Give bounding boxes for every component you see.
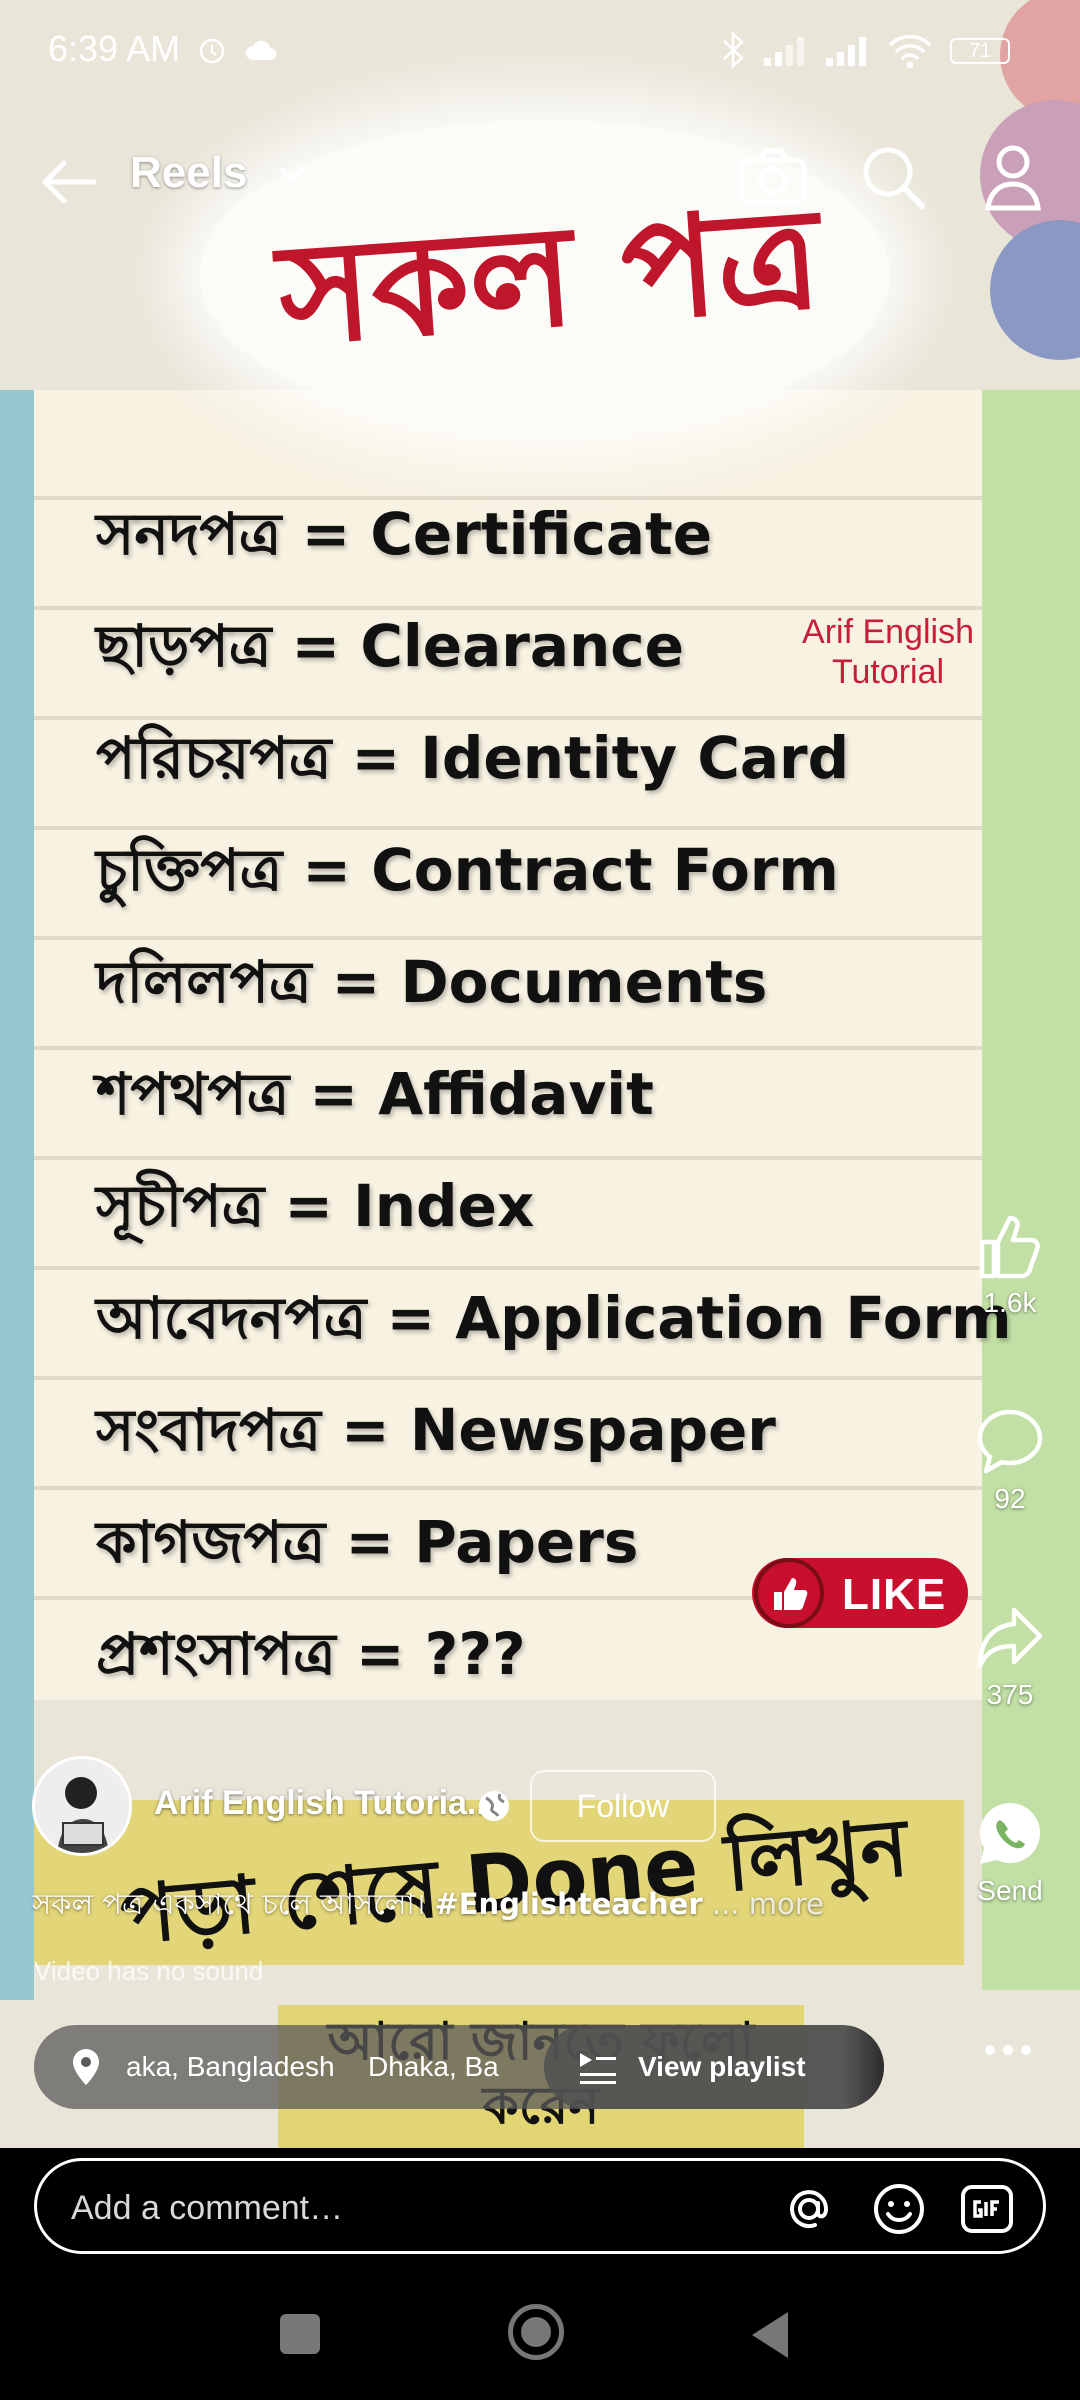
more-options-button[interactable] xyxy=(968,2030,1048,2070)
bluetooth-icon xyxy=(723,31,744,69)
wifi-icon xyxy=(888,34,932,69)
location-pin-icon xyxy=(73,2049,99,2085)
comment-placeholder: Add a comment… xyxy=(71,2189,344,2227)
view-playlist-label: View playlist xyxy=(638,2051,806,2082)
user-icon xyxy=(985,145,1041,211)
like-count: 1.6k xyxy=(983,1287,1037,1318)
like-badge-label: LIKE xyxy=(842,1570,947,1619)
gif-button[interactable] xyxy=(957,2179,1017,2239)
like-badge: LIKE xyxy=(752,1558,968,1628)
info-chip-bar[interactable]: aka, Bangladesh Dhaka, Ba View playlist xyxy=(34,2025,884,2109)
recents-button[interactable] xyxy=(280,2314,320,2354)
top-bar: Reels xyxy=(0,120,1080,240)
vocab-item: সনদপত্র = Certificate xyxy=(96,500,713,568)
vocab-item: শপথপত্র = Affidavit xyxy=(96,1060,654,1128)
status-bar: 6:39 AM 71 xyxy=(0,0,1080,90)
search-button[interactable] xyxy=(848,132,938,222)
thumbs-up-icon xyxy=(754,1558,824,1628)
signal-icon xyxy=(764,37,804,66)
reels-title: Reels xyxy=(130,148,248,197)
vocab-item: সংবাদপত্র = Newspaper xyxy=(96,1396,776,1464)
location-chip[interactable]: Dhaka, Ba xyxy=(368,2051,499,2083)
watermark-line: Arif English xyxy=(802,613,974,651)
channel-watermark: Arif English Tutorial xyxy=(770,612,1006,692)
watermark-line: Tutorial xyxy=(831,653,945,691)
battery-icon: 71 xyxy=(950,38,1010,64)
author-name[interactable]: Arif English Tutoria... xyxy=(154,1784,495,1823)
vocab-item: আবেদনপত্র = Application Form xyxy=(96,1284,1012,1352)
action-rail: 1.6k 92 375 Send xyxy=(960,1210,1060,1994)
caption[interactable]: সকল পত্র একসাথে চলে আসলো। #Englishteache… xyxy=(32,1882,824,1931)
camera-button[interactable] xyxy=(728,132,818,222)
emoji-button[interactable] xyxy=(869,2179,929,2239)
vocab-item: সূচীপত্র = Index xyxy=(96,1172,535,1240)
caption-text: সকল পত্র একসাথে চলে আসলো। xyxy=(32,1887,435,1921)
status-time: 6:39 AM xyxy=(48,28,181,69)
reels-dropdown[interactable]: Reels xyxy=(130,148,310,198)
back-button[interactable] xyxy=(30,144,106,220)
comment-button[interactable]: 92 xyxy=(960,1406,1060,1602)
signal-icon xyxy=(826,37,866,66)
mention-button[interactable] xyxy=(779,2179,839,2239)
share-arrow-icon xyxy=(977,1607,1043,1669)
dot xyxy=(1021,2045,1031,2055)
vocab-item: দলিলপত্র = Documents xyxy=(96,948,768,1016)
follow-button[interactable]: Follow xyxy=(530,1770,716,1842)
cloud-icon xyxy=(246,40,277,60)
at-sign-icon xyxy=(790,2190,829,2229)
share-button[interactable]: 375 xyxy=(960,1602,1060,1798)
alarm-icon xyxy=(199,38,225,64)
dot xyxy=(1003,2045,1013,2055)
system-nav-bar xyxy=(0,2268,1080,2400)
comment-input[interactable]: Add a comment… xyxy=(34,2158,1046,2254)
share-count: 375 xyxy=(986,1679,1034,1710)
no-sound-notice: Video has no sound xyxy=(34,1956,264,1986)
send-label: Send xyxy=(977,1875,1043,1906)
thumbs-up-icon xyxy=(979,1215,1040,1279)
comment-bubble-icon xyxy=(977,1409,1043,1474)
playlist-icon xyxy=(580,2053,616,2084)
avatar-illustration-icon xyxy=(35,1759,129,1853)
globe-icon xyxy=(479,1791,509,1821)
battery-level: 71 xyxy=(968,39,992,62)
back-triangle-icon[interactable] xyxy=(748,2310,790,2360)
comment-count: 92 xyxy=(994,1483,1026,1514)
gif-icon xyxy=(961,2185,1013,2233)
arrow-left-icon xyxy=(42,160,97,204)
send-button[interactable]: Send xyxy=(960,1798,1060,1994)
location-chip[interactable]: aka, Bangladesh xyxy=(126,2051,335,2083)
caption-hashtag[interactable]: #Englishteacher xyxy=(434,1887,702,1921)
vocab-item: পরিচয়পত্র = Identity Card xyxy=(96,724,850,792)
caption-more[interactable]: ... more xyxy=(703,1887,824,1921)
home-dot xyxy=(521,2317,551,2347)
whatsapp-icon xyxy=(979,1802,1041,1864)
view-playlist-chip[interactable]: View playlist xyxy=(544,2025,884,2109)
avatar[interactable] xyxy=(32,1756,132,1856)
dot xyxy=(985,2045,995,2055)
comment-bar: Add a comment… xyxy=(0,2148,1080,2268)
left-stripe xyxy=(0,390,34,2000)
profile-button[interactable] xyxy=(968,132,1058,222)
vocab-item: চুক্তিপত্র = Contract Form xyxy=(96,836,839,904)
author-row: Arif English Tutoria... Follow xyxy=(32,1756,932,1856)
emoji-icon xyxy=(874,2184,924,2234)
camera-icon xyxy=(739,148,807,205)
home-button[interactable] xyxy=(508,2304,564,2360)
chevron-down-icon xyxy=(279,168,304,184)
search-icon xyxy=(863,147,925,209)
chip-fade xyxy=(844,2025,884,2109)
like-button[interactable]: 1.6k xyxy=(960,1210,1060,1406)
